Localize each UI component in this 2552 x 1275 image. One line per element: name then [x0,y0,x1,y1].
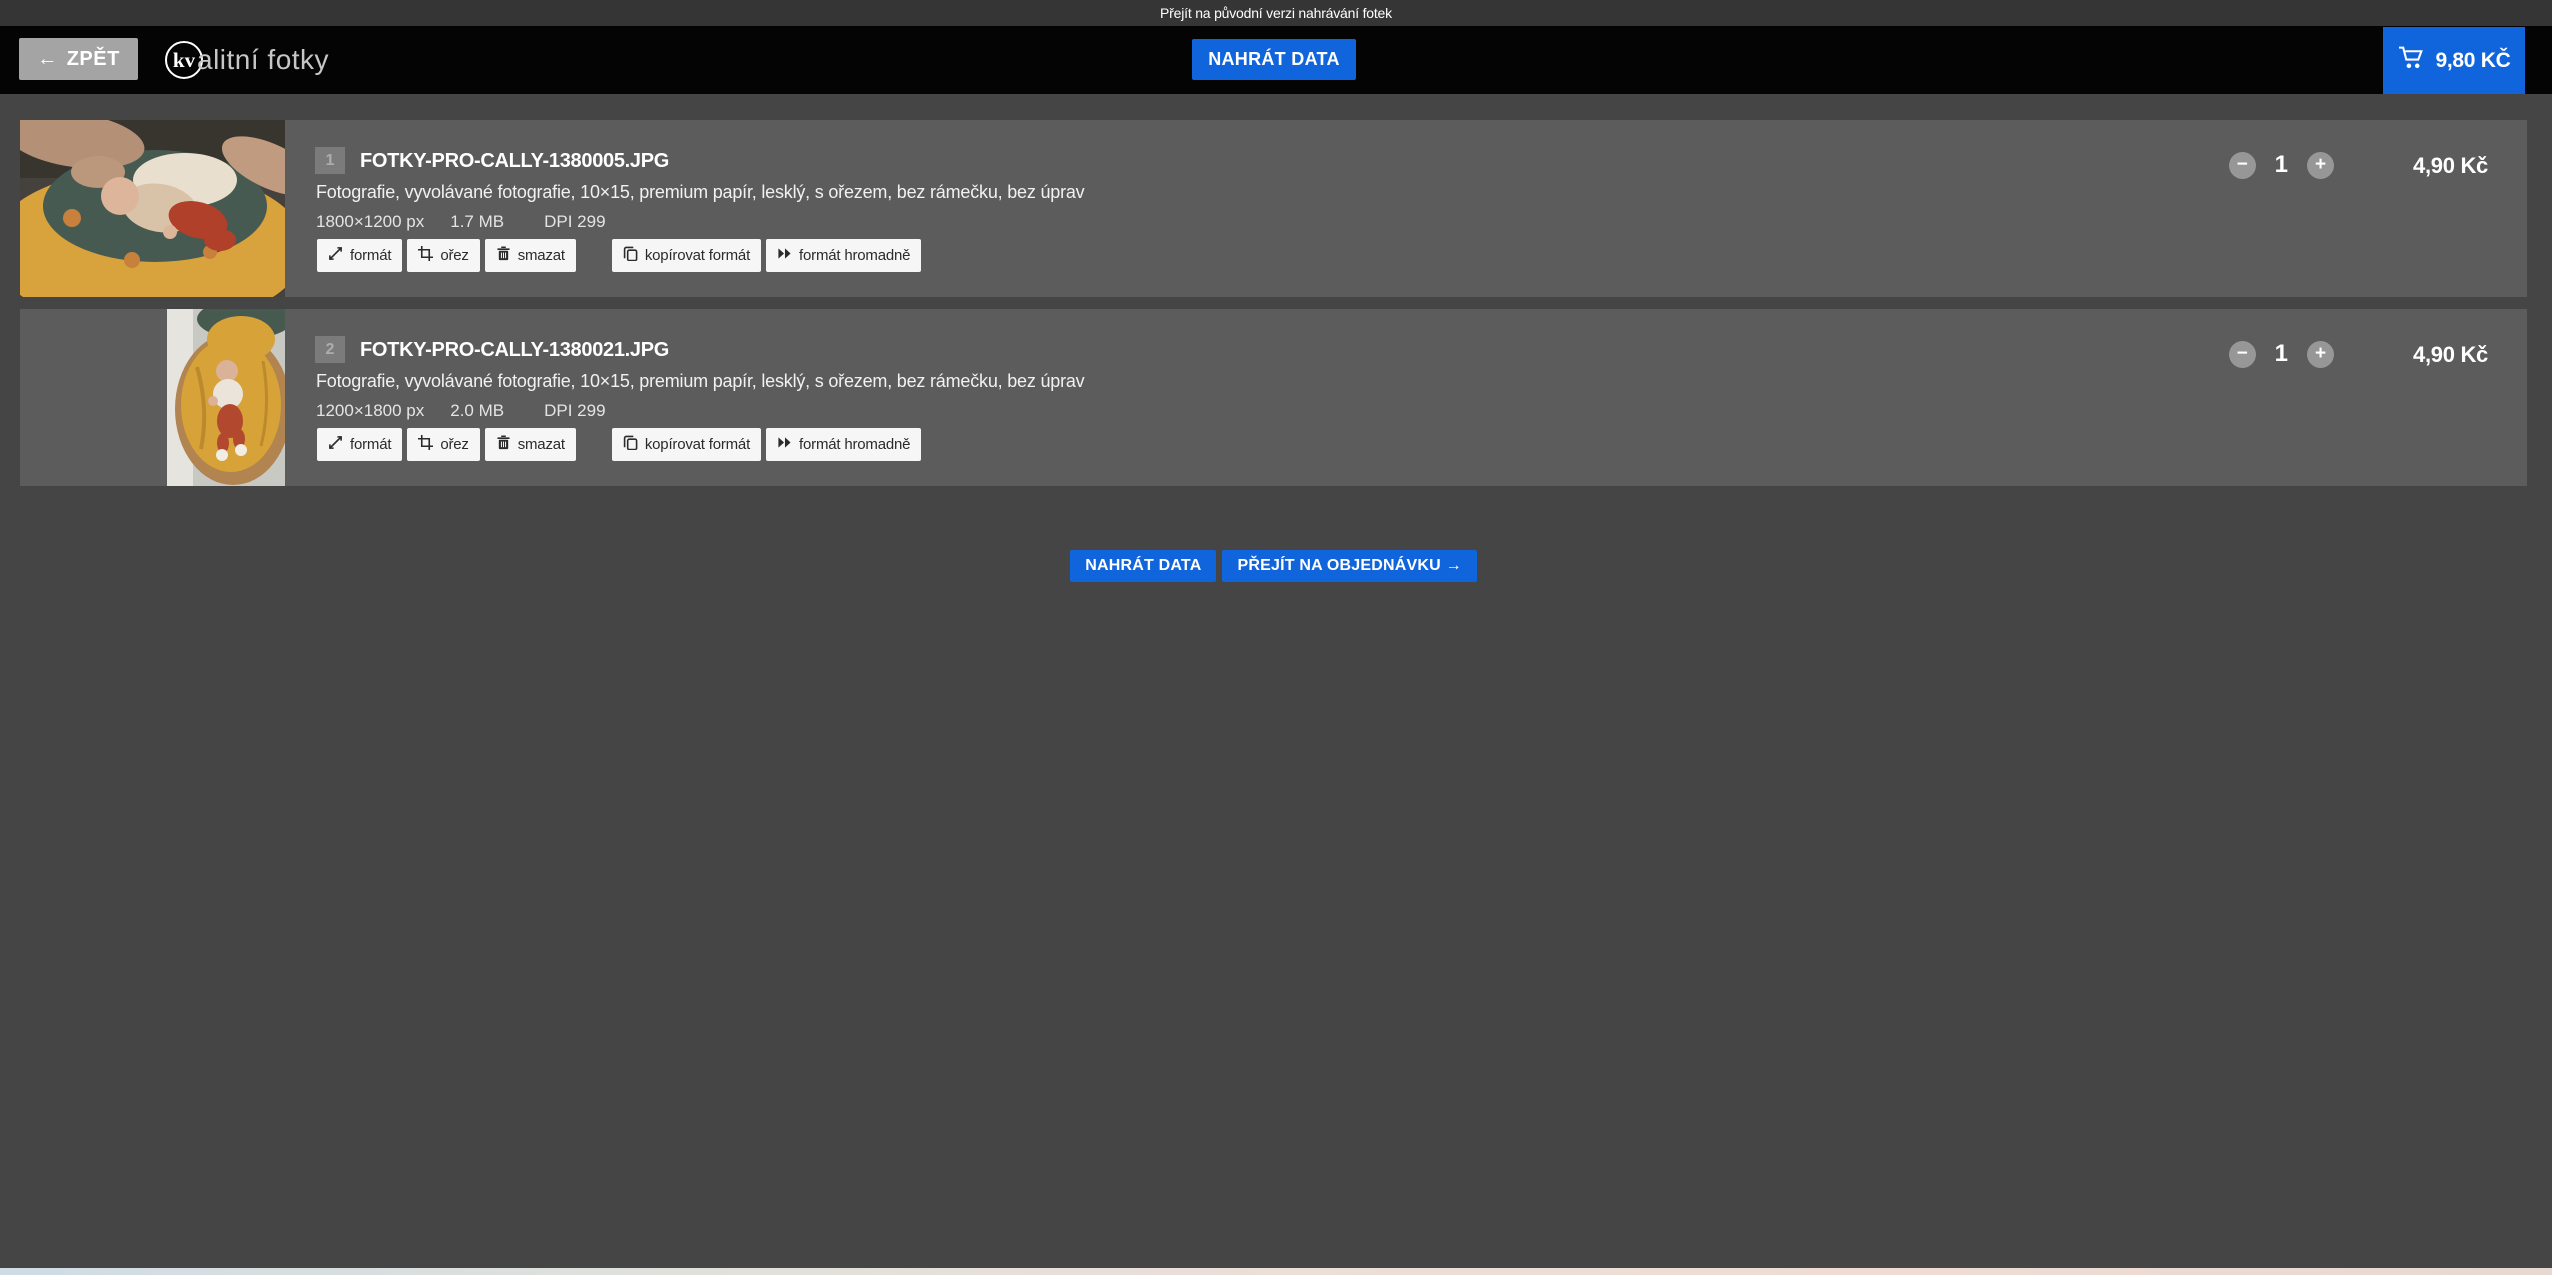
logo-monogram: kv [173,48,195,73]
quantity-stepper: − 1 + [2229,340,2334,368]
bulk-format-button-label: formát hromadně [799,247,910,264]
page-bottom-strip [0,1268,2552,1275]
crop-icon [418,246,433,265]
footer-actions: NAHRÁT DATA PŘEJÍT NA OBJEDNÁVKU → [20,550,2527,582]
resize-arrows-icon [328,435,343,454]
copy-format-button-label: kopírovat formát [645,247,750,264]
copy-icon [623,246,638,265]
baby-photo-portrait-image [167,309,285,486]
decrease-quantity-button[interactable]: − [2229,341,2256,368]
delete-button-label: smazat [518,436,565,453]
baby-photo-landscape-image [20,120,285,297]
bulk-format-button[interactable]: formát hromadně [766,428,921,461]
format-button-label: formát [350,247,391,264]
crop-button-label: ořez [440,436,468,453]
double-arrow-right-icon [777,246,792,265]
back-arrow-icon: ← [37,48,58,71]
delete-button[interactable]: smazat [485,239,576,272]
crop-button-label: ořez [440,247,468,264]
item-price: 4,90 Kč [2413,153,2488,179]
item-index-badge: 1 [315,147,345,174]
photo-thumbnail[interactable] [20,120,285,297]
photo-upload-page: Přejít na původní verzi nahrávání fotek … [0,0,2552,1275]
quantity-value: 1 [2275,151,2288,179]
crop-button[interactable]: ořez [407,428,479,461]
crop-button[interactable]: ořez [407,239,479,272]
item-description: Fotografie, vyvolávané fotografie, 10×15… [316,371,1085,392]
item-actions: formát ořez smazat [317,428,921,461]
delete-button-label: smazat [518,247,565,264]
photo-item-row: 2 FOTKY-PRO-CALLY-1380021.JPG Fotografie… [20,309,2527,486]
bulk-format-button[interactable]: formát hromadně [766,239,921,272]
item-dimensions: 1800×1200 px [316,212,424,232]
cart-total: 9,80 KČ [2436,49,2511,73]
trash-icon [496,246,511,265]
item-dpi: DPI 299 [544,401,605,421]
crop-icon [418,435,433,454]
back-button[interactable]: ← ZPĚT [19,38,138,80]
double-arrow-right-icon [777,435,792,454]
logo[interactable]: kv alitní fotky [165,26,329,94]
upload-data-button-header[interactable]: NAHRÁT DATA [1192,39,1356,80]
item-dpi: DPI 299 [544,212,605,232]
decrease-quantity-button[interactable]: − [2229,152,2256,179]
delete-button[interactable]: smazat [485,428,576,461]
photo-item-list: 1 FOTKY-PRO-CALLY-1380005.JPG Fotografie… [20,120,2527,582]
item-price: 4,90 Kč [2413,342,2488,368]
legacy-version-link[interactable]: Přejít na původní verzi nahrávání fotek [1160,5,1392,21]
legacy-version-banner: Přejít na původní verzi nahrávání fotek [0,0,2552,26]
item-meta: 1200×1800 px 2.0 MB DPI 299 [316,401,606,421]
quantity-value: 1 [2275,340,2288,368]
item-dimensions: 1200×1800 px [316,401,424,421]
photo-thumbnail[interactable] [20,309,285,486]
item-index-badge: 2 [315,336,345,363]
logo-text: alitní fotky [197,44,329,76]
item-description: Fotografie, vyvolávané fotografie, 10×15… [316,182,1085,203]
back-button-label: ZPĚT [67,48,120,71]
resize-arrows-icon [328,246,343,265]
cart-icon [2398,45,2425,76]
copy-format-button[interactable]: kopírovat formát [612,428,761,461]
item-filename: FOTKY-PRO-CALLY-1380005.JPG [360,150,669,173]
increase-quantity-button[interactable]: + [2307,341,2334,368]
copy-icon [623,435,638,454]
format-button-label: formát [350,436,391,453]
upload-data-button-footer[interactable]: NAHRÁT DATA [1070,550,1216,582]
bulk-format-button-label: formát hromadně [799,436,910,453]
item-actions: formát ořez smazat [317,239,921,272]
item-filesize: 1.7 MB [450,212,504,232]
item-meta: 1800×1200 px 1.7 MB DPI 299 [316,212,606,232]
format-button[interactable]: formát [317,428,402,461]
trash-icon [496,435,511,454]
format-button[interactable]: formát [317,239,402,272]
quantity-stepper: − 1 + [2229,151,2334,179]
cart-button[interactable]: 9,80 KČ [2383,27,2525,94]
app-header: ← ZPĚT kv alitní fotky NAHRÁT DATA 9,80 … [0,26,2552,94]
copy-format-button-label: kopírovat formát [645,436,750,453]
checkout-button[interactable]: PŘEJÍT NA OBJEDNÁVKU → [1222,550,1476,582]
item-filename: FOTKY-PRO-CALLY-1380021.JPG [360,339,669,362]
photo-item-row: 1 FOTKY-PRO-CALLY-1380005.JPG Fotografie… [20,120,2527,297]
increase-quantity-button[interactable]: + [2307,152,2334,179]
item-filesize: 2.0 MB [450,401,504,421]
copy-format-button[interactable]: kopírovat formát [612,239,761,272]
